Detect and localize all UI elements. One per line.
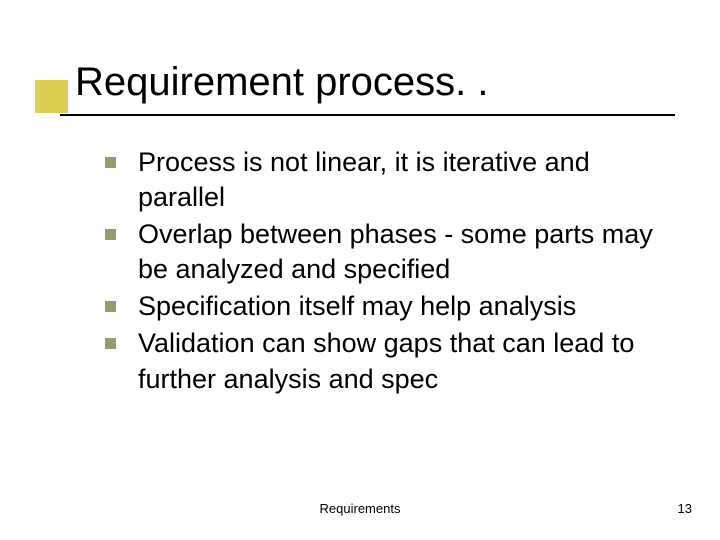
list-item: Process is not linear, it is iterative a…: [105, 145, 665, 215]
square-bullet-icon: [105, 338, 116, 349]
bullet-list: Process is not linear, it is iterative a…: [105, 145, 665, 399]
list-item-text: Process is not linear, it is iterative a…: [138, 145, 665, 215]
list-item-text: Overlap between phases - some parts may …: [138, 217, 665, 287]
square-bullet-icon: [105, 157, 116, 168]
list-item: Specification itself may help analysis: [105, 289, 665, 324]
list-item: Overlap between phases - some parts may …: [105, 217, 665, 287]
list-item-text: Specification itself may help analysis: [138, 289, 576, 324]
title-underline: [60, 114, 675, 116]
square-bullet-icon: [105, 229, 116, 240]
list-item: Validation can show gaps that can lead t…: [105, 326, 665, 396]
slide-title: Requirement process. .: [75, 60, 489, 105]
list-item-text: Validation can show gaps that can lead t…: [138, 326, 665, 396]
footer-label: Requirements: [0, 501, 720, 516]
page-number: 13: [678, 501, 692, 516]
title-accent-square: [35, 80, 68, 113]
square-bullet-icon: [105, 301, 116, 312]
